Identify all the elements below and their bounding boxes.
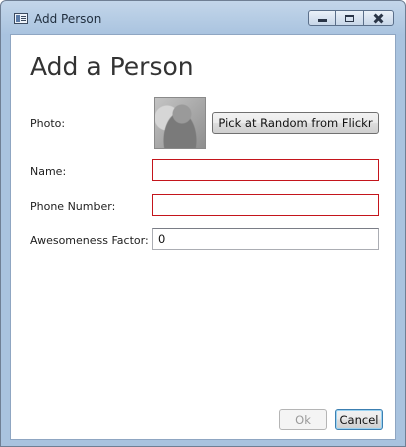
dialog-content: Add a Person Photo: Pick at Random from … (10, 34, 396, 440)
person-photo (154, 97, 206, 149)
window-icon[interactable] (14, 13, 28, 24)
maximize-icon (345, 14, 354, 22)
add-person-window: Add Person Add a Person Photo: Pick at R… (0, 0, 406, 447)
page-title: Add a Person (30, 52, 194, 81)
awesomeness-factor-field[interactable] (152, 228, 379, 250)
close-button[interactable] (363, 10, 394, 26)
photo-label: Photo: (30, 117, 66, 130)
pick-random-flickr-button[interactable]: Pick at Random from Flickr (212, 112, 379, 134)
minimize-icon (317, 19, 327, 22)
phone-number-label: Phone Number: (30, 200, 116, 213)
maximize-button[interactable] (336, 10, 363, 26)
title-bar[interactable]: Add Person (1, 1, 405, 33)
awesomeness-factor-label: Awesomeness Factor: (30, 234, 149, 247)
window-title: Add Person (34, 12, 102, 26)
minimize-button[interactable] (308, 10, 336, 26)
name-label: Name: (30, 165, 67, 178)
name-field[interactable] (152, 159, 379, 181)
ok-button[interactable]: Ok (279, 409, 327, 430)
cancel-button[interactable]: Cancel (335, 409, 383, 430)
caption-buttons (308, 10, 394, 26)
phone-number-field[interactable] (152, 194, 379, 216)
close-icon (373, 14, 384, 23)
